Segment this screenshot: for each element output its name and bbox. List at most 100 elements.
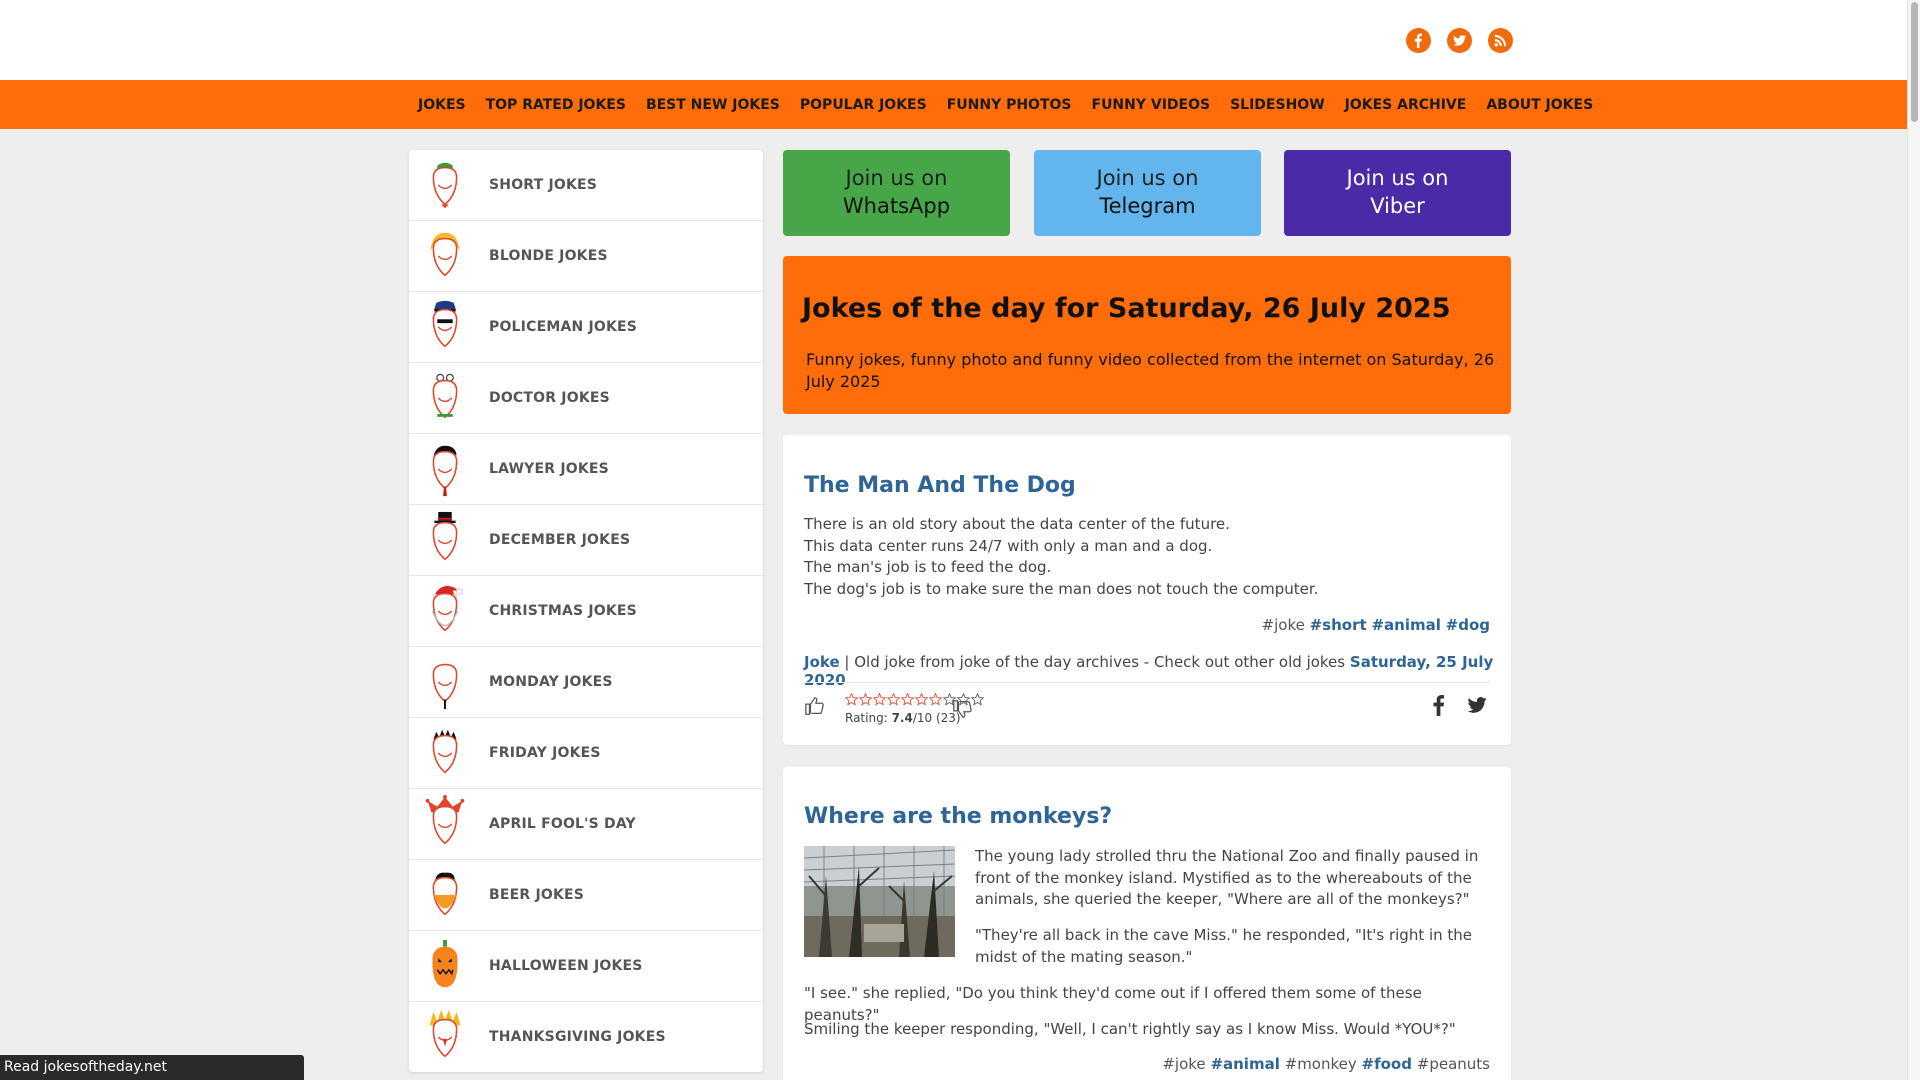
nav-item-best-new-jokes[interactable]: BEST NEW JOKES bbox=[646, 97, 780, 113]
joke-body: There is an old story about the data cen… bbox=[804, 514, 1318, 600]
telegram-label: Telegram bbox=[1099, 194, 1196, 218]
rating-label: Rating: bbox=[845, 711, 888, 725]
join-whatsapp-button[interactable]: Join us on WhatsApp bbox=[783, 150, 1010, 236]
site-header bbox=[0, 0, 1919, 80]
jester-face-icon bbox=[423, 795, 467, 851]
sidebar-item-label: LAWYER JOKES bbox=[489, 461, 609, 477]
short-face-icon bbox=[423, 158, 467, 212]
sidebar-item-label: APRIL FOOL'S DAY bbox=[489, 816, 636, 832]
facebook-icon[interactable] bbox=[1406, 28, 1431, 53]
nav-item-funny-videos[interactable]: FUNNY VIDEOS bbox=[1092, 97, 1211, 113]
tag-link[interactable]: #short bbox=[1310, 616, 1367, 634]
sidebar-item-april-fool-s-day[interactable]: APRIL FOOL'S DAY bbox=[409, 789, 763, 860]
tag-link[interactable]: #monkey bbox=[1285, 1055, 1357, 1073]
viber-label: Viber bbox=[1370, 194, 1425, 218]
main-navigation: JOKES TOP RATED JOKES BEST NEW JOKES POPULA… bbox=[0, 80, 1919, 129]
sidebar-item-friday-jokes[interactable]: FRIDAY JOKES bbox=[409, 718, 763, 789]
thumbs-down-icon[interactable] bbox=[952, 698, 974, 720]
joke-line: The man's job is to feed the dog. bbox=[804, 558, 1052, 576]
santa-face-icon bbox=[423, 584, 467, 638]
twitter-share-icon[interactable] bbox=[1464, 694, 1490, 716]
tag-link[interactable]: #joke bbox=[1262, 616, 1305, 634]
page-subtitle: Funny jokes, funny photo and funny video… bbox=[806, 350, 1495, 391]
sidebar-item-label: DECEMBER JOKES bbox=[489, 532, 631, 548]
sidebar-item-short-jokes[interactable]: SHORT JOKES bbox=[409, 150, 763, 221]
joke-paragraph: "They're all back in the cave Miss." he … bbox=[975, 926, 1473, 966]
sidebar-item-beer-jokes[interactable]: BEER JOKES bbox=[409, 860, 763, 931]
sidebar-item-monday-jokes[interactable]: MONDAY JOKES bbox=[409, 647, 763, 718]
tag-link[interactable]: #animal bbox=[1210, 1055, 1279, 1073]
nav-item-top-rated-jokes[interactable]: TOP RATED JOKES bbox=[486, 97, 626, 113]
lawyer-face-icon bbox=[423, 442, 467, 497]
joke-line: There is an old story about the data cen… bbox=[804, 515, 1230, 533]
tag-link[interactable]: #dog bbox=[1446, 616, 1490, 634]
jokes-of-the-day-banner: Jokes of the day for Saturday, 26 July 2… bbox=[783, 256, 1511, 414]
rating-value: 7.4 bbox=[891, 711, 913, 725]
sidebar-item-label: THANKSGIVING JOKES bbox=[489, 1029, 666, 1045]
joke-meta: Joke | Old joke from joke of the day arc… bbox=[804, 653, 1511, 689]
sidebar-item-december-jokes[interactable]: DECEMBER JOKES bbox=[409, 505, 763, 576]
join-prefix: Join us on bbox=[845, 166, 948, 190]
rating-star[interactable] bbox=[915, 693, 928, 706]
rating-star[interactable] bbox=[901, 693, 914, 706]
monkey-enclosure-photo[interactable] bbox=[804, 846, 955, 957]
sidebar-item-halloween-jokes[interactable]: HALLOWEEN JOKES bbox=[409, 931, 763, 1002]
sidebar-item-label: MONDAY JOKES bbox=[489, 674, 613, 690]
joke-paragraph: The young lady strolled thru the Nationa… bbox=[975, 847, 1479, 908]
nav-item-about-jokes[interactable]: ABOUT JOKES bbox=[1486, 97, 1593, 113]
tag-link[interactable]: #peanuts bbox=[1417, 1055, 1490, 1073]
nav-item-popular-jokes[interactable]: POPULAR JOKES bbox=[800, 97, 927, 113]
twitter-icon[interactable] bbox=[1447, 28, 1472, 53]
nav-item-jokes[interactable]: JOKES bbox=[418, 97, 466, 113]
friday-face-icon bbox=[423, 726, 467, 780]
joke-line: The dog's job is to make sure the man do… bbox=[804, 579, 1319, 598]
tag-link[interactable]: #joke bbox=[1162, 1055, 1205, 1073]
tag-link[interactable]: #animal bbox=[1371, 616, 1440, 634]
joke-tags: #joke #short #animal #dog bbox=[1262, 616, 1490, 634]
doctor-face-icon bbox=[423, 371, 467, 425]
sidebar-item-policeman-jokes[interactable]: POLICEMAN JOKES bbox=[409, 292, 763, 363]
sidebar-item-blonde-jokes[interactable]: BLONDE JOKES bbox=[409, 221, 763, 292]
joke-line: This data center runs 24/7 with only a m… bbox=[804, 536, 1213, 555]
nav-item-jokes-archive[interactable]: JOKES ARCHIVE bbox=[1345, 97, 1467, 113]
sidebar-item-label: SHORT JOKES bbox=[489, 177, 598, 193]
thumbs-up-icon[interactable] bbox=[804, 695, 826, 717]
sidebar-item-label: HALLOWEEN JOKES bbox=[489, 958, 643, 974]
page-scrollbar[interactable] bbox=[1907, 0, 1920, 1080]
sidebar-item-label: BEER JOKES bbox=[489, 887, 585, 903]
nav-item-funny-photos[interactable]: FUNNY PHOTOS bbox=[947, 97, 1072, 113]
joke-title-link[interactable]: Where are the monkeys? bbox=[804, 804, 1112, 829]
rating-star[interactable] bbox=[929, 693, 942, 706]
join-telegram-button[interactable]: Join us on Telegram bbox=[1034, 150, 1261, 236]
share-buttons bbox=[1428, 694, 1490, 716]
nav-item-slideshow[interactable]: SLIDESHOW bbox=[1230, 97, 1325, 113]
joke-type-link[interactable]: Joke bbox=[804, 653, 840, 671]
scrollbar-thumb[interactable] bbox=[1911, 2, 1918, 122]
blonde-face-icon bbox=[423, 229, 467, 283]
tag-link[interactable]: #food bbox=[1362, 1055, 1412, 1073]
browser-status-bar: Read jokesoftheday.net bbox=[0, 1055, 304, 1080]
beer-face-icon bbox=[423, 868, 467, 922]
sidebar-item-thanksgiving-jokes[interactable]: THANKSGIVING JOKES bbox=[409, 1002, 763, 1072]
rating-star[interactable] bbox=[887, 693, 900, 706]
whatsapp-label: WhatsApp bbox=[842, 194, 951, 218]
rating-star[interactable] bbox=[845, 693, 858, 706]
sidebar-item-label: BLONDE JOKES bbox=[489, 248, 608, 264]
rating-text: Rating: 7.4/10 (23) bbox=[845, 711, 961, 725]
turkey-face-icon bbox=[423, 1009, 467, 1064]
rating-star[interactable] bbox=[859, 693, 872, 706]
pumpkin-face-icon bbox=[423, 939, 467, 993]
sidebar-item-label: CHRISTMAS JOKES bbox=[489, 603, 637, 619]
sidebar-item-label: FRIDAY JOKES bbox=[489, 745, 601, 761]
sidebar-item-doctor-jokes[interactable]: DOCTOR JOKES bbox=[409, 363, 763, 434]
social-links bbox=[1406, 28, 1513, 53]
rating-star[interactable] bbox=[873, 693, 886, 706]
divider bbox=[804, 682, 1490, 683]
facebook-share-icon[interactable] bbox=[1428, 694, 1450, 716]
join-viber-button[interactable]: Join us on Viber bbox=[1284, 150, 1511, 236]
rss-icon[interactable] bbox=[1488, 28, 1513, 53]
sidebar-item-christmas-jokes[interactable]: CHRISTMAS JOKES bbox=[409, 576, 763, 647]
sidebar-item-label: POLICEMAN JOKES bbox=[489, 319, 638, 335]
sidebar-item-lawyer-jokes[interactable]: LAWYER JOKES bbox=[409, 434, 763, 505]
joke-title-link[interactable]: The Man And The Dog bbox=[804, 473, 1076, 498]
